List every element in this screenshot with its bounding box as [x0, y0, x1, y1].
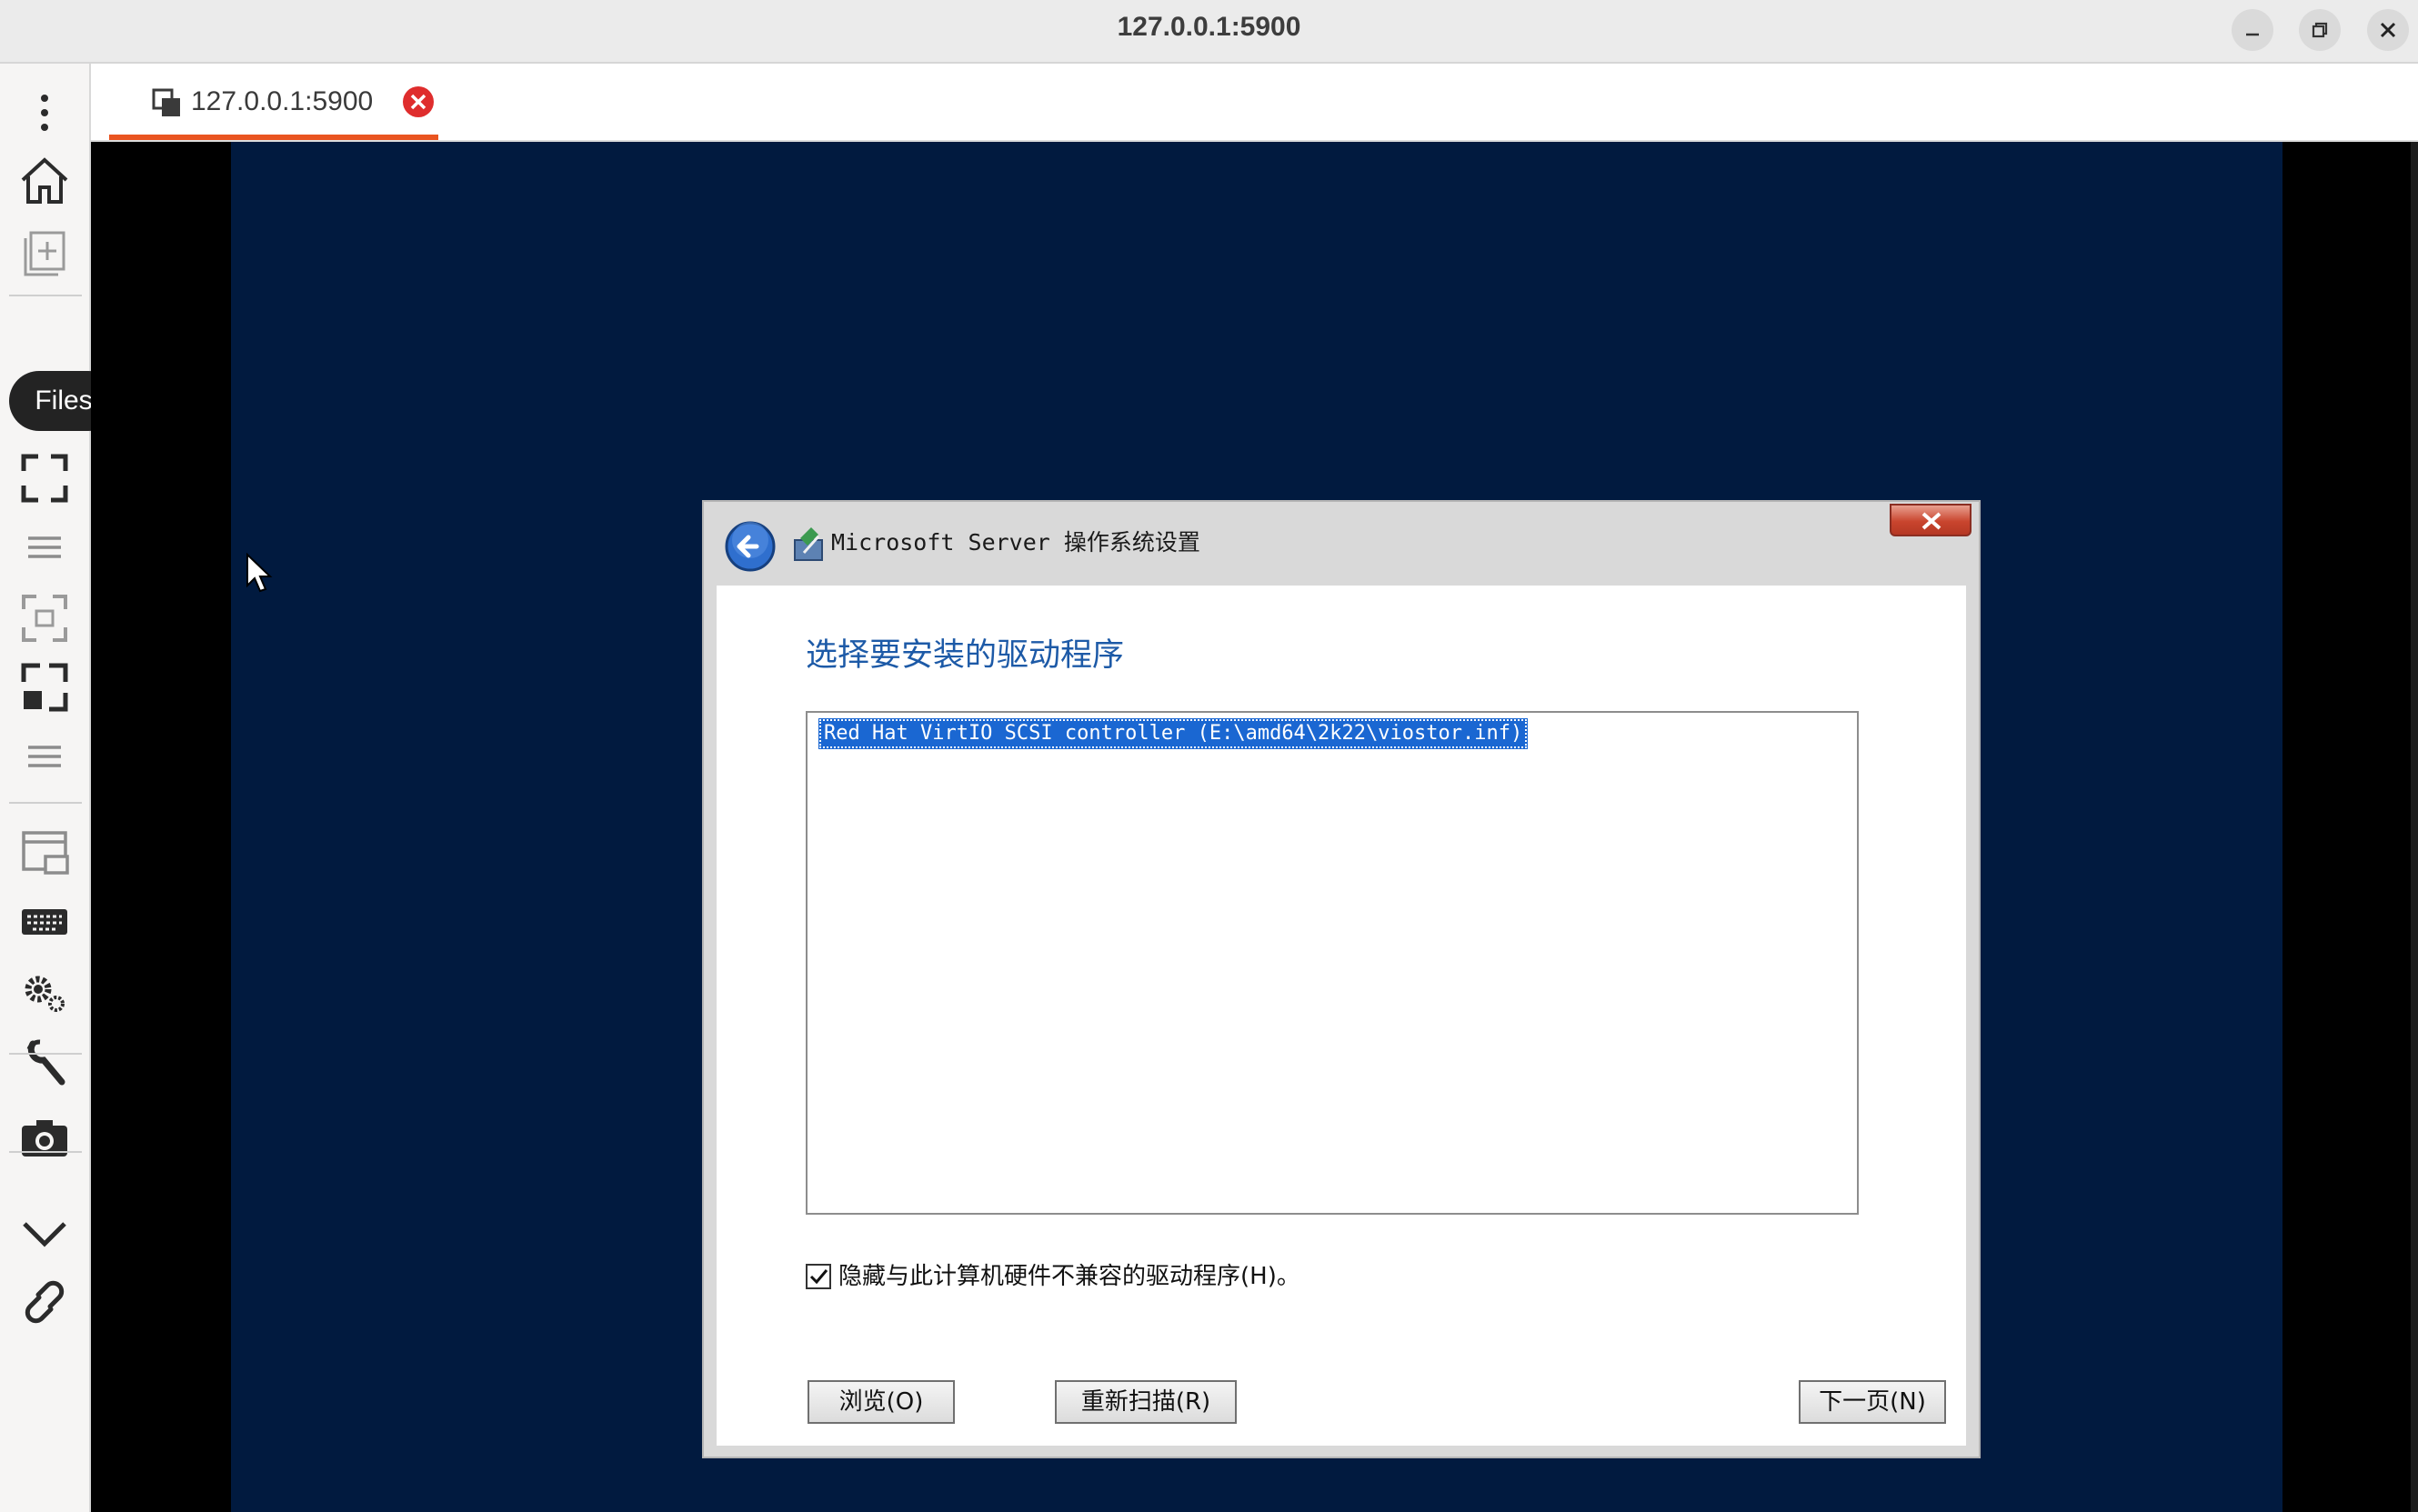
next-button[interactable]: 下一页(N): [1799, 1380, 1946, 1424]
display-icon: [22, 831, 69, 875]
list-button[interactable]: [13, 518, 76, 576]
dialog-content: 选择要安装的驱动程序 Red Hat VirtIO SCSI controlle…: [717, 586, 1966, 1446]
window-titlebar: 127.0.0.1:5900: [0, 0, 2418, 64]
dialog-title: Microsoft Server 操作系统设置: [831, 529, 1200, 556]
restore-icon: [2312, 22, 2328, 38]
tab-close-icon[interactable]: [402, 85, 435, 118]
scale-button[interactable]: [13, 658, 76, 716]
toolbar-separator: [9, 1151, 82, 1153]
fit-window-button[interactable]: [13, 589, 76, 647]
browse-button[interactable]: 浏览(O): [808, 1380, 955, 1424]
new-connection-button[interactable]: [13, 220, 76, 278]
viewer-scrollbar[interactable]: [2411, 142, 2418, 1512]
minimize-button[interactable]: [2232, 9, 2273, 51]
fullscreen-icon: [21, 454, 68, 503]
page-heading: 选择要安装的驱动程序: [806, 637, 1125, 674]
tab-remote-session[interactable]: 127.0.0.1:5900: [109, 64, 438, 140]
checkmark-icon: [809, 1269, 828, 1285]
home-button[interactable]: [13, 151, 76, 209]
hide-incompatible-label[interactable]: 隐藏与此计算机硬件不兼容的驱动程序(H)。: [838, 1258, 1300, 1295]
unlink-icon: [25, 1280, 65, 1324]
settings-button[interactable]: [13, 964, 76, 1022]
list-icon: [28, 536, 61, 558]
disconnect-button[interactable]: [13, 1273, 76, 1331]
more-vertical-icon: [41, 95, 48, 131]
scale-icon: [21, 663, 68, 712]
close-icon: [1921, 512, 1941, 530]
home-icon: [21, 157, 68, 204]
setup-icon: [794, 527, 823, 561]
screenshot-button[interactable]: [13, 1109, 76, 1167]
new-connection-icon: [24, 231, 65, 276]
fullscreen-button[interactable]: [13, 449, 76, 507]
driver-list-item[interactable]: Red Hat VirtIO SCSI controller (E:\amd64…: [818, 718, 1529, 749]
setup-dialog: Microsoft Server 操作系统设置 选择要安装的驱动程序 Red H…: [702, 500, 1981, 1458]
close-icon: [2380, 22, 2396, 38]
menu-button[interactable]: [13, 84, 76, 142]
window-title: 127.0.0.1:5900: [1117, 12, 1301, 42]
fit-window-icon: [22, 595, 67, 642]
keyboard-icon: [22, 909, 67, 935]
dialog-close-button[interactable]: [1890, 504, 1972, 536]
hide-incompatible-checkbox[interactable]: [806, 1264, 831, 1289]
toolbar-separator: [9, 802, 82, 804]
tools-button[interactable]: [13, 1033, 76, 1091]
rescan-button[interactable]: 重新扫描(R): [1055, 1380, 1237, 1424]
settings-icon: [25, 976, 65, 1012]
camera-icon: [22, 1120, 67, 1157]
keyboard-button[interactable]: [13, 893, 76, 951]
toolbar-separator: [9, 295, 82, 296]
remote-desktop-icon: [152, 88, 180, 116]
display-button[interactable]: [13, 824, 76, 882]
chevron-down-icon: [23, 1222, 66, 1247]
toolbar-separator: [9, 1053, 82, 1055]
driver-list[interactable]: Red Hat VirtIO SCSI controller (E:\amd64…: [806, 711, 1859, 1215]
tab-label: 127.0.0.1:5900: [191, 86, 374, 116]
close-window-button[interactable]: [2367, 9, 2409, 51]
wrench-icon: [26, 1039, 65, 1086]
side-toolbar: Files: [0, 64, 118, 1512]
tab-active-indicator: [109, 135, 438, 140]
back-arrow-icon[interactable]: [724, 520, 777, 573]
tab-bar: 127.0.0.1:5900: [91, 64, 2418, 142]
list-button-2[interactable]: [13, 727, 76, 786]
collapse-button[interactable]: [13, 1204, 76, 1262]
minimize-icon: [2246, 33, 2259, 36]
remote-viewer[interactable]: Microsoft Server 操作系统设置 选择要安装的驱动程序 Red H…: [91, 142, 2418, 1512]
restore-button[interactable]: [2299, 9, 2341, 51]
mouse-cursor-icon: [246, 553, 273, 593]
list-icon: [28, 746, 61, 767]
